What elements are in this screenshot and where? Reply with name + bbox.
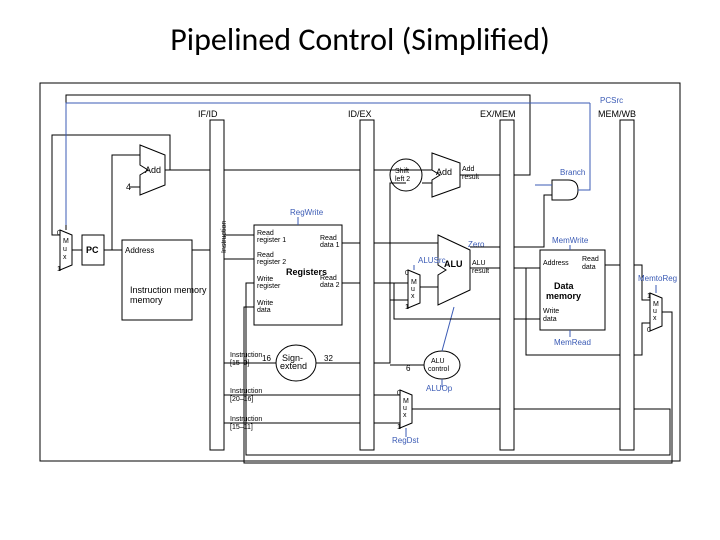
- svg-text:M: M: [653, 301, 659, 308]
- svg-text:Write: Write: [257, 300, 273, 307]
- zero-label: Zero: [468, 240, 485, 249]
- svg-text:Read: Read: [257, 252, 274, 259]
- svg-text:result: result: [472, 268, 489, 275]
- const-32: 32: [324, 354, 333, 363]
- svg-text:Address: Address: [543, 260, 569, 267]
- svg-text:register: register: [257, 283, 281, 290]
- svg-text:memory: memory: [546, 291, 581, 301]
- sig-regdst: RegDst: [392, 436, 419, 445]
- branch-and-gate: [552, 180, 578, 200]
- svg-text:1: 1: [57, 266, 61, 273]
- svg-text:Add: Add: [462, 166, 475, 173]
- svg-text:ALU: ALU: [444, 259, 463, 269]
- svg-text:control: control: [428, 366, 449, 373]
- svg-text:1: 1: [397, 424, 401, 431]
- svg-text:ALU: ALU: [431, 358, 445, 365]
- sig-regwrite: RegWrite: [290, 208, 324, 217]
- svg-text:Address: Address: [125, 246, 154, 255]
- diagram-canvas: IF/ID ID/EX EX/MEM MEM/WB 0 1 M u x PC A…: [30, 75, 690, 475]
- svg-text:data: data: [257, 307, 271, 314]
- sig-pcsrc: PCSrc: [600, 96, 623, 105]
- svg-text:Add: Add: [436, 167, 452, 177]
- svg-text:x: x: [403, 412, 407, 419]
- svg-text:left 2: left 2: [395, 176, 410, 183]
- pc-block: PC: [82, 235, 104, 265]
- svg-text:u: u: [403, 405, 407, 412]
- svg-text:extend: extend: [280, 361, 307, 371]
- svg-text:PC: PC: [86, 245, 99, 255]
- svg-text:[15–0]: [15–0]: [230, 360, 250, 367]
- svg-text:EX/MEM: EX/MEM: [480, 109, 516, 119]
- instruction-rot: Instruction: [221, 221, 228, 253]
- svg-text:Data: Data: [554, 281, 575, 291]
- svg-text:x: x: [63, 254, 67, 261]
- shift-left-2: Shift left 2: [390, 159, 422, 191]
- svg-text:u: u: [653, 308, 657, 315]
- alu-control: ALU control: [424, 351, 460, 379]
- svg-text:ALU: ALU: [472, 260, 486, 267]
- svg-text:Read: Read: [582, 256, 599, 263]
- svg-text:[15–11]: [15–11]: [230, 424, 253, 431]
- svg-text:Registers: Registers: [286, 267, 327, 277]
- svg-text:register 1: register 1: [257, 237, 286, 244]
- sig-branch: Branch: [560, 168, 585, 177]
- svg-text:u: u: [63, 246, 67, 253]
- svg-text:M: M: [403, 398, 409, 405]
- const-16: 16: [262, 354, 271, 363]
- svg-text:x: x: [411, 293, 415, 300]
- sig-alusrc: ALUSrc: [418, 256, 446, 265]
- svg-text:data 2: data 2: [320, 282, 340, 289]
- svg-text:Write: Write: [257, 276, 273, 283]
- svg-text:IF/ID: IF/ID: [198, 109, 218, 119]
- svg-text:data: data: [543, 316, 557, 323]
- svg-text:ID/EX: ID/EX: [348, 109, 372, 119]
- svg-text:data 1: data 1: [320, 242, 340, 249]
- sig-memread: MemRead: [554, 338, 591, 347]
- register-file: Read register 1 Read register 2 Write re…: [254, 225, 342, 325]
- svg-text:Instruction memory: Instruction memory: [130, 285, 207, 295]
- svg-text:0: 0: [397, 390, 401, 397]
- svg-text:0: 0: [405, 270, 409, 277]
- svg-text:u: u: [411, 286, 415, 293]
- svg-text:Read: Read: [320, 235, 337, 242]
- svg-text:0: 0: [647, 327, 651, 334]
- svg-text:M: M: [63, 238, 69, 245]
- svg-text:1: 1: [647, 293, 651, 300]
- sign-extend: Sign- extend: [276, 345, 316, 381]
- data-memory: Address Read data Write data Data memory: [540, 250, 605, 330]
- svg-text:Write: Write: [543, 308, 559, 315]
- svg-text:[20–16]: [20–16]: [230, 396, 253, 403]
- svg-text:Read: Read: [257, 230, 274, 237]
- svg-text:0: 0: [57, 230, 61, 237]
- svg-text:data: data: [582, 264, 596, 271]
- svg-text:MEM/WB: MEM/WB: [598, 109, 636, 119]
- svg-text:memory: memory: [130, 295, 163, 305]
- svg-text:Add: Add: [145, 165, 161, 175]
- sig-memwrite: MemWrite: [552, 236, 589, 245]
- page-title: Pipelined Control (Simplified): [0, 20, 720, 59]
- svg-text:Shift: Shift: [395, 168, 409, 175]
- svg-text:1: 1: [405, 304, 409, 311]
- svg-text:M: M: [411, 279, 417, 286]
- sig-aluop: ALUOp: [426, 384, 453, 393]
- sig-memtoreg: MemtoReg: [638, 274, 677, 283]
- svg-text:x: x: [653, 315, 657, 322]
- svg-text:register 2: register 2: [257, 259, 286, 266]
